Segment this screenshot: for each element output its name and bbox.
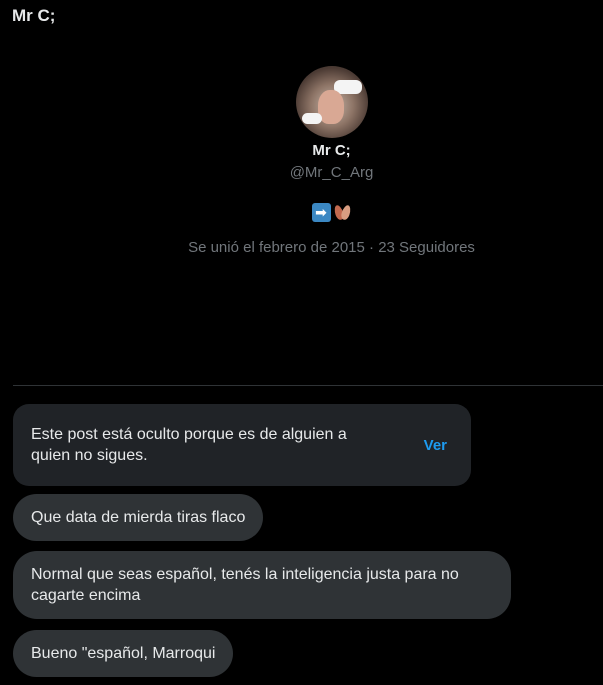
hidden-post-notice: Este post está oculto porque es de algui… [13, 404, 471, 486]
avatar[interactable] [295, 66, 368, 138]
divider [13, 385, 603, 386]
profile-bio: ➡ [311, 203, 352, 222]
message-bubble[interactable]: Normal que seas español, tenés la inteli… [13, 551, 511, 619]
view-hidden-post-button[interactable]: Ver [424, 435, 447, 456]
profile-card: Mr C; @Mr_C_Arg ➡ Se unió el febrero de … [0, 66, 603, 256]
profile-name[interactable]: Mr C; [312, 142, 350, 159]
profile-join-followers: Se unió el febrero de 2015 · 23 Seguidor… [188, 239, 475, 256]
conversation-title: Mr C; [12, 6, 56, 25]
message-bubble[interactable]: Bueno "español, Marroqui [13, 630, 234, 677]
message-bubble[interactable]: Que data de mierda tiras flaco [13, 494, 264, 541]
hidden-post-text: Este post está oculto porque es de algui… [31, 426, 347, 464]
right-arrow-icon: ➡ [311, 203, 331, 222]
avatar-speech-bubble-small [301, 113, 322, 124]
profile-handle[interactable]: @Mr_C_Arg [290, 164, 374, 181]
fallen-leaf-icon [333, 203, 352, 222]
